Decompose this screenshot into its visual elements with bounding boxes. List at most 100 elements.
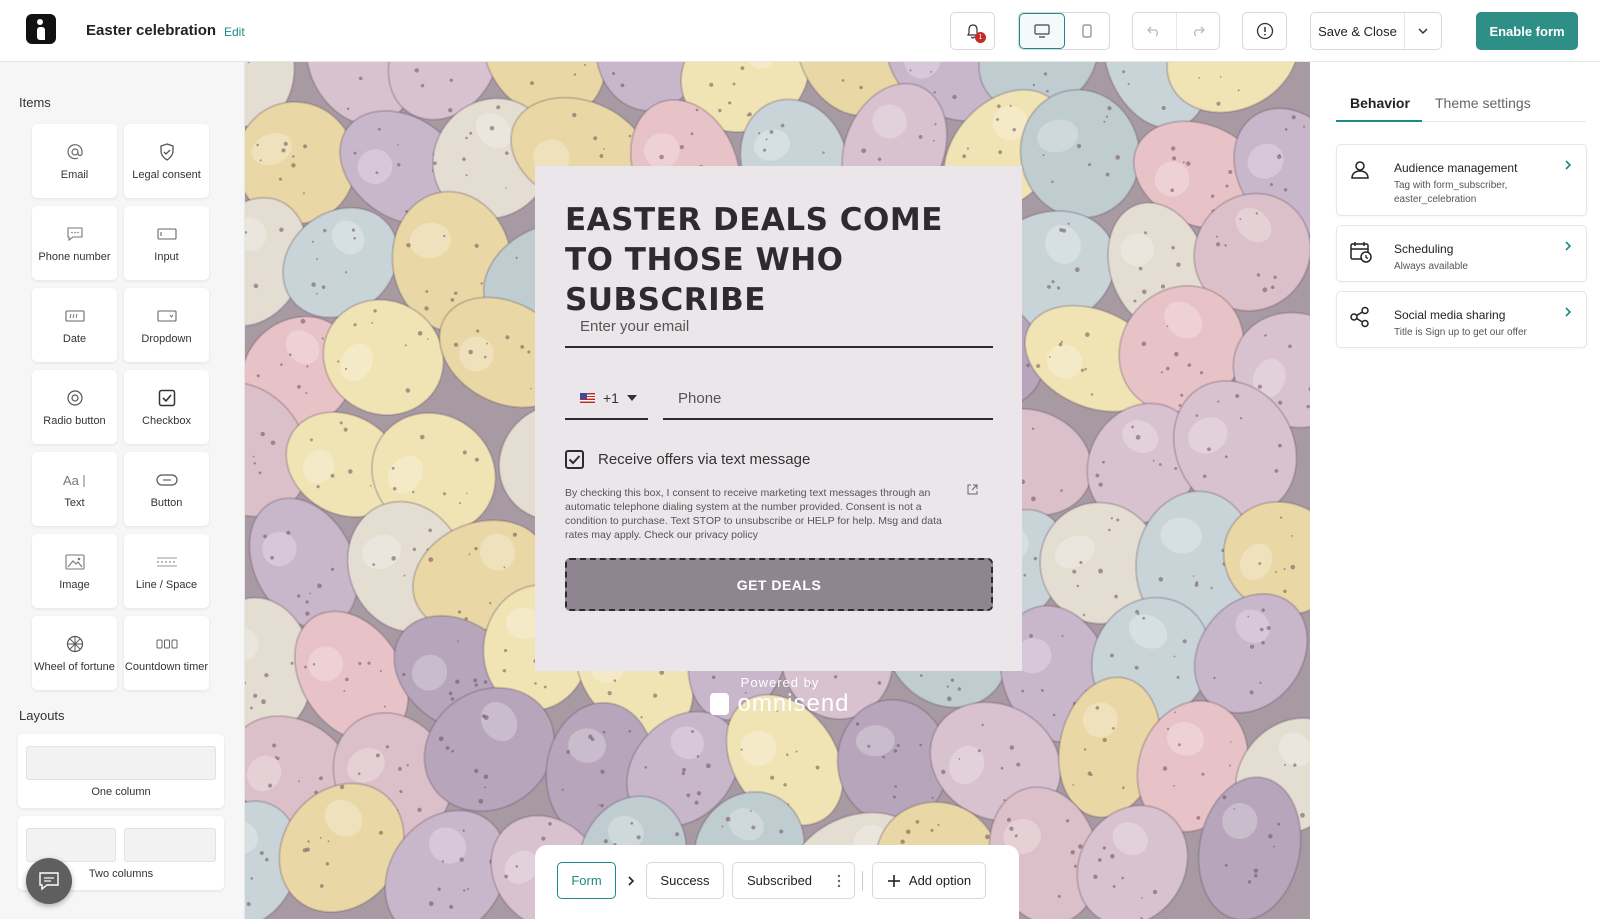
- phone-field[interactable]: Phone: [663, 378, 993, 420]
- calendar-clock-icon: [1350, 242, 1372, 263]
- item-label: Date: [62, 332, 87, 345]
- step-success[interactable]: Success: [646, 862, 724, 899]
- item-countdown-timer[interactable]: Countdown timer: [124, 616, 209, 690]
- item-label: Wheel of fortune: [34, 660, 115, 673]
- chevron-right-icon: [1565, 307, 1572, 317]
- chat-icon: [39, 872, 59, 891]
- form-steps-bar: Form Success Subscribed Add option: [535, 845, 1019, 919]
- audience-management-card[interactable]: Audience management Tag with form_subscr…: [1336, 144, 1587, 216]
- svg-text:Aa: Aa: [63, 473, 80, 488]
- save-close-button[interactable]: Save & Close: [1311, 13, 1405, 49]
- item-label: Image: [59, 578, 90, 591]
- date-icon: [64, 309, 85, 322]
- setting-title: Scheduling: [1394, 242, 1454, 256]
- item-dropdown[interactable]: Dropdown: [124, 288, 209, 362]
- info-button[interactable]: [1242, 12, 1287, 50]
- sms-consent-checkbox[interactable]: [565, 450, 584, 469]
- setting-description: Tag with form_subscriber, easter_celebra…: [1394, 180, 1508, 205]
- top-bar: Easter celebration Edit 1 Save & Close E…: [0, 0, 1600, 62]
- item-image[interactable]: Image: [32, 534, 117, 608]
- item-checkbox[interactable]: Checkbox: [124, 370, 209, 444]
- button-icon: [155, 473, 178, 486]
- checkbox-icon: [158, 389, 175, 406]
- enable-form-button[interactable]: Enable form: [1476, 12, 1578, 50]
- desktop-view-button[interactable]: [1019, 13, 1065, 49]
- item-label: Input: [154, 250, 179, 263]
- country-code-select[interactable]: +1: [565, 378, 648, 420]
- shield-icon: [159, 142, 174, 161]
- us-flag-icon: [580, 393, 595, 403]
- item-legal-consent[interactable]: Legal consent: [124, 124, 209, 198]
- item-label: Email: [60, 168, 89, 181]
- radio-icon: [66, 389, 83, 406]
- country-code: +1: [603, 390, 619, 406]
- undo-button[interactable]: [1133, 13, 1177, 49]
- notifications-button[interactable]: 1: [950, 12, 995, 50]
- input-icon: [156, 227, 177, 240]
- external-link-icon[interactable]: [967, 484, 978, 495]
- sms-consent-row: Receive offers via text message: [565, 450, 810, 469]
- support-chat-button[interactable]: [26, 858, 72, 904]
- chevron-down-icon: [1418, 28, 1428, 35]
- form-canvas: EASTER DEALS COME TO THOSE WHO SUBSCRIBE…: [245, 62, 1310, 919]
- phone-placeholder: Phone: [678, 390, 722, 407]
- popup-headline[interactable]: EASTER DEALS COME TO THOSE WHO SUBSCRIBE: [565, 200, 985, 320]
- save-options-button[interactable]: [1405, 13, 1441, 49]
- right-panel: Behavior Theme settings Audience managem…: [1310, 62, 1600, 919]
- signup-popup[interactable]: EASTER DEALS COME TO THOSE WHO SUBSCRIBE…: [535, 166, 1022, 671]
- notification-badge: 1: [975, 32, 986, 43]
- mobile-view-button[interactable]: [1065, 13, 1109, 49]
- item-label: Countdown timer: [124, 660, 209, 673]
- sms-consent-label: Receive offers via text message: [598, 451, 811, 468]
- item-email[interactable]: Email: [32, 124, 117, 198]
- item-label: Dropdown: [141, 332, 192, 345]
- item-button[interactable]: Button: [124, 452, 209, 526]
- divider: [862, 871, 863, 891]
- at-icon: [66, 143, 83, 159]
- item-input[interactable]: Input: [124, 206, 209, 280]
- item-date[interactable]: Date: [32, 288, 117, 362]
- mobile-icon: [1082, 24, 1092, 38]
- social-media-sharing-card[interactable]: Social media sharing Title is Sign up to…: [1336, 291, 1587, 348]
- step-form[interactable]: Form: [557, 862, 616, 899]
- chevron-right-icon: [1565, 241, 1572, 251]
- get-deals-button[interactable]: GET DEALS: [565, 558, 993, 611]
- setting-title: Audience management: [1394, 161, 1518, 175]
- omnisend-logo-icon[interactable]: [26, 14, 56, 44]
- add-option-button[interactable]: Add option: [872, 862, 986, 899]
- device-toggle: [1018, 12, 1110, 50]
- caret-down-icon: [626, 395, 637, 401]
- setting-description: Always available: [1394, 261, 1468, 272]
- history-controls: [1132, 12, 1220, 50]
- item-wheel-of-fortune[interactable]: Wheel of fortune: [32, 616, 117, 690]
- desktop-icon: [1034, 24, 1050, 38]
- dropdown-icon: [156, 309, 177, 322]
- item-radio-button[interactable]: Radio button: [32, 370, 117, 444]
- timer-icon: [156, 639, 177, 648]
- tab-theme-settings[interactable]: Theme settings: [1435, 95, 1531, 111]
- column-placeholder: [124, 828, 216, 862]
- edit-title-link[interactable]: Edit: [224, 25, 245, 39]
- consent-text: By checking this box, I consent to recei…: [565, 487, 942, 541]
- redo-icon: [1193, 26, 1205, 37]
- setting-description: Title is Sign up to get our offer: [1394, 327, 1527, 338]
- item-label: Checkbox: [142, 414, 191, 427]
- setting-title: Social media sharing: [1394, 308, 1506, 322]
- layouts-heading: Layouts: [19, 708, 65, 723]
- line-icon: [156, 557, 177, 566]
- powered-by-omnisend: Powered by omnisend: [660, 675, 900, 718]
- save-close-group: Save & Close: [1310, 12, 1442, 50]
- email-field[interactable]: Enter your email: [565, 306, 993, 348]
- more-vertical-icon[interactable]: [837, 874, 841, 888]
- column-placeholder: [26, 828, 116, 862]
- user-icon: [1351, 161, 1369, 179]
- tab-behavior[interactable]: Behavior: [1350, 95, 1410, 111]
- layout-label: One column: [91, 786, 151, 798]
- item-text[interactable]: Aa Text: [32, 452, 117, 526]
- item-phone-number[interactable]: Phone number: [32, 206, 117, 280]
- layout-one-column[interactable]: One column: [18, 734, 224, 808]
- redo-button[interactable]: [1177, 13, 1220, 49]
- scheduling-card[interactable]: Scheduling Always available: [1336, 225, 1587, 282]
- item-label: Text: [64, 496, 85, 509]
- item-line-space[interactable]: Line / Space: [124, 534, 209, 608]
